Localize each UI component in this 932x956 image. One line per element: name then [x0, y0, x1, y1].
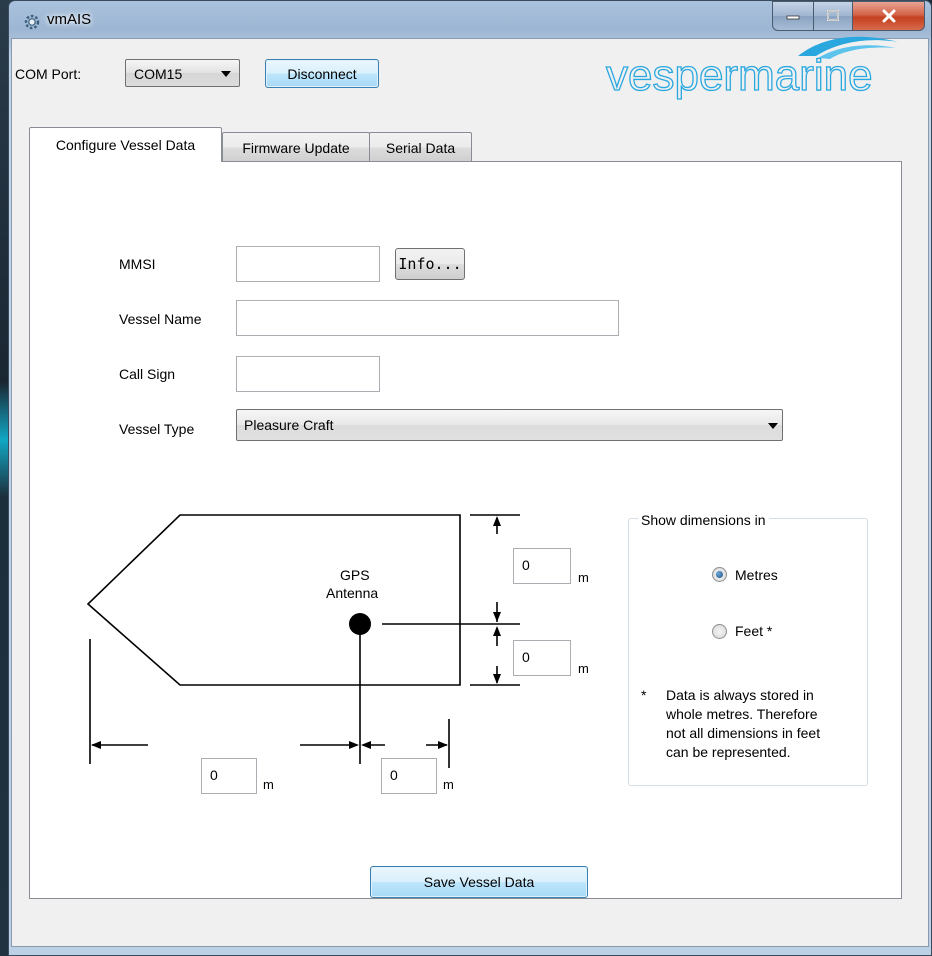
vessel-type-value: Pleasure Craft — [244, 417, 334, 433]
starboard-unit: m — [443, 777, 454, 792]
dimensions-group-title: Show dimensions in — [638, 512, 769, 528]
window-title: vmAIS — [47, 11, 92, 28]
note-line-3: not all dimensions in feet — [666, 725, 821, 741]
port-unit: m — [263, 777, 274, 792]
bow-distance-field[interactable]: 0 — [513, 548, 571, 584]
save-vessel-data-button[interactable]: Save Vessel Data — [370, 866, 588, 898]
tab-firmware-update[interactable]: Firmware Update — [222, 132, 370, 162]
com-port-label: COM Port: — [15, 66, 82, 82]
metres-radio[interactable] — [712, 567, 727, 582]
logo-text: vespermarine — [606, 51, 873, 100]
close-button[interactable] — [852, 1, 925, 31]
maximize-button[interactable] — [813, 1, 853, 31]
gps-label-line2: Antenna — [326, 585, 379, 601]
tab-serial-data[interactable]: Serial Data — [369, 132, 472, 162]
note-line-2: whole metres. Therefore — [666, 706, 818, 722]
chevron-down-icon — [221, 71, 231, 77]
disconnect-button[interactable]: Disconnect — [265, 59, 379, 88]
gear-icon — [24, 14, 40, 30]
close-icon — [882, 9, 895, 23]
vesper-marine-logo: vespermarine — [605, 36, 898, 101]
feet-label[interactable]: Feet * — [735, 623, 772, 639]
stern-unit: m — [578, 661, 589, 676]
maximize-icon — [827, 10, 839, 21]
tab-configure-vessel-data[interactable]: Configure Vessel Data — [29, 127, 222, 162]
note-line-1: Data is always stored in — [666, 687, 814, 703]
mmsi-label: MMSI — [119, 256, 156, 272]
minimize-icon — [786, 15, 800, 20]
stern-distance-field[interactable]: 0 — [513, 640, 571, 676]
call-sign-field[interactable] — [236, 356, 380, 392]
gps-label-line1: GPS — [340, 567, 370, 583]
info-button[interactable]: Info... — [395, 248, 465, 280]
vessel-type-label: Vessel Type — [119, 421, 195, 437]
note-asterisk: * — [641, 687, 647, 703]
minimize-button[interactable] — [772, 1, 814, 31]
chevron-down-icon — [768, 423, 778, 429]
com-port-select[interactable]: COM15 — [125, 59, 240, 87]
starboard-distance-field[interactable]: 0 — [381, 758, 437, 794]
bow-unit: m — [578, 570, 589, 585]
vessel-name-field[interactable] — [236, 300, 619, 336]
feet-radio[interactable] — [712, 624, 727, 639]
mmsi-field[interactable] — [236, 246, 380, 282]
call-sign-label: Call Sign — [119, 366, 176, 382]
vessel-name-label: Vessel Name — [119, 311, 202, 327]
note-line-4: can be represented. — [666, 744, 791, 760]
port-distance-field[interactable]: 0 — [201, 758, 257, 794]
metres-label[interactable]: Metres — [735, 567, 778, 583]
com-port-value: COM15 — [134, 66, 183, 82]
vessel-type-select[interactable]: Pleasure Craft — [236, 409, 783, 441]
